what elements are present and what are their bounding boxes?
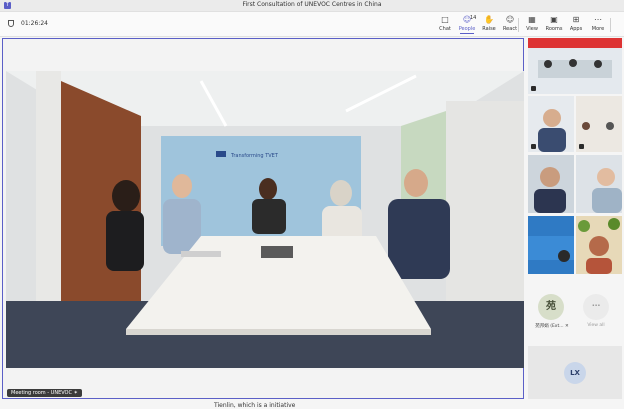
view-icon: ▦	[528, 15, 536, 24]
shield-icon	[8, 20, 14, 27]
mic-icon	[531, 144, 536, 149]
pin-icon: ✶	[73, 390, 78, 396]
participant-avatar[interactable]: 苑	[538, 294, 564, 320]
participant-video	[528, 216, 574, 274]
participant-gallery: 苑 苑邦娟 (Ext... ✕ ⋯ View all LX	[526, 38, 624, 399]
meeting-timer: 01:26:24	[21, 20, 48, 27]
title-bar: T First Consultation of UNEVOC Centres i…	[0, 0, 624, 12]
toolbar-divider	[518, 18, 519, 32]
people-count: 14	[470, 15, 477, 21]
self-avatar: LX	[564, 362, 586, 384]
rooms-icon: ▣	[550, 15, 558, 24]
rooms-button[interactable]: ▣ Rooms	[543, 15, 565, 32]
window-title: First Consultation of UNEVOC Centres in …	[242, 1, 382, 8]
meeting-toolbar: 01:26:24 □ Chat ☺ 14 People ✋ Raise ☺ Re…	[0, 12, 624, 37]
participant-tile[interactable]	[528, 155, 574, 213]
participant-tile[interactable]	[528, 216, 574, 274]
mic-icon	[531, 86, 536, 91]
participant-tile[interactable]	[576, 96, 622, 152]
participant-name: 苑邦娟 (Ext... ✕	[535, 324, 569, 329]
participant-tile[interactable]	[576, 155, 622, 213]
participant-tile[interactable]	[528, 38, 622, 94]
raise-hand-button[interactable]: ✋ Raise	[478, 15, 500, 32]
more-icon: ⋯	[592, 301, 600, 310]
chat-button[interactable]: □ Chat	[434, 15, 456, 32]
apps-icon: ⊞	[572, 15, 580, 24]
participant-video	[576, 155, 622, 213]
self-view-tile[interactable]: LX	[528, 346, 622, 399]
mic-icon	[579, 144, 584, 149]
meeting-room-video: Transforming TVET	[6, 71, 524, 368]
wall-sign: Transforming TVET	[230, 153, 279, 159]
main-video-stage[interactable]: Transforming TVET Meeting room - UNEVOC …	[2, 38, 524, 399]
chat-icon: □	[441, 15, 449, 24]
active-underline	[460, 33, 474, 34]
meeting-room-label: Meeting room - UNEVOC ✶	[7, 389, 82, 397]
participant-video	[528, 155, 574, 213]
participant-video	[576, 216, 622, 274]
participant-tile[interactable]	[576, 216, 622, 274]
more-button[interactable]: ⋯ More	[587, 15, 609, 32]
view-all-button[interactable]: ⋯	[583, 294, 609, 320]
mic-off-icon: ✕	[564, 324, 569, 329]
more-icon: ⋯	[594, 15, 602, 24]
apps-button[interactable]: ⊞ Apps	[565, 15, 587, 32]
participant-tile[interactable]	[528, 96, 574, 152]
view-button[interactable]: ▦ View	[521, 15, 543, 32]
view-all-label: View all	[587, 323, 605, 328]
people-button[interactable]: ☺ 14 People	[456, 15, 478, 34]
raise-hand-icon: ✋	[484, 15, 494, 24]
toolbar-divider	[610, 18, 611, 32]
participant-video	[528, 38, 622, 94]
meeting-room-scene: Transforming TVET	[6, 71, 524, 368]
react-icon: ☺	[505, 15, 515, 24]
